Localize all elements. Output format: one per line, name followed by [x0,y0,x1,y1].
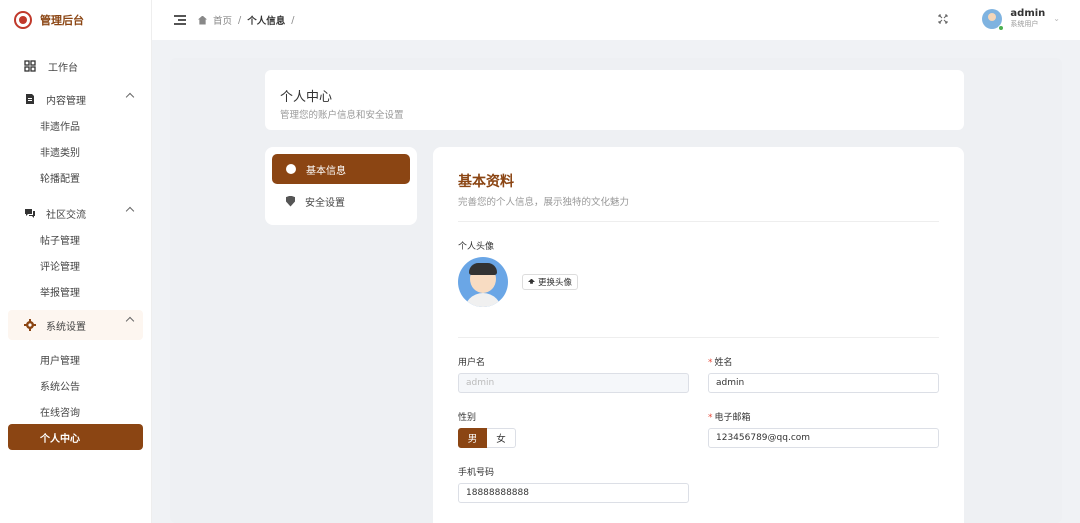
divider [458,221,939,222]
sidebar-group-system[interactable]: 系统设置 [8,310,143,340]
user-circle-icon [286,164,296,174]
breadcrumb: 首页 / 个人信息 / [198,13,294,27]
gender-label: 性别 [458,413,477,423]
sidebar-item-users[interactable]: 用户管理 [0,346,151,372]
sidebar-item-comments[interactable]: 评论管理 [0,252,151,278]
sidebar-group-content[interactable]: 内容管理 [0,86,151,112]
sidebar-item-posts[interactable]: 帖子管理 [0,226,151,252]
page-title: 个人中心 [280,90,333,105]
gear-icon [24,319,36,331]
tab-basic-info[interactable]: 基本信息 [272,154,410,184]
document-icon [26,94,34,104]
caret-down-icon: ⌄ [1053,14,1060,23]
sidebar-item-carousel[interactable]: 轮播配置 [0,164,151,190]
user-role: 系统用户 [1010,20,1039,28]
shield-icon [286,195,295,207]
breadcrumb-separator: / [291,14,295,26]
sidebar-item-consultation[interactable]: 在线咨询 [0,398,151,424]
sidebar-item-workbench[interactable]: 工作台 [0,52,151,80]
logo-icon [14,11,32,29]
avatar-label: 个人头像 [458,242,495,252]
gender-radio-group: 男 女 [458,428,516,448]
profile-avatar [458,257,508,307]
email-label: * 电子邮箱 [708,413,751,423]
sidebar-item-announcements[interactable]: 系统公告 [0,372,151,398]
grid-icon [24,60,36,72]
gender-male-option[interactable]: 男 [458,428,487,448]
chat-icon [25,209,35,218]
chevron-up-icon [125,206,135,216]
tab-label: 安全设置 [305,197,345,209]
name-field[interactable]: admin [708,373,939,393]
username-field: admin [458,373,689,393]
sidebar-item-heritage-works[interactable]: 非遗作品 [0,112,151,138]
profile-card: 基本资料 完善您的个人信息，展示独特的文化魅力 个人头像 更换头像 用户名 ad… [433,147,964,523]
sidebar-group-community[interactable]: 社区交流 [0,200,151,226]
name-label: * 姓名 [708,358,733,368]
online-status-icon [998,24,1005,31]
menu-collapse-icon[interactable] [174,15,186,25]
user-info: admin 系统用户 [1010,8,1045,29]
sidebar-group-label: 社区交流 [46,209,86,221]
sidebar: 管理后台 工作台 内容管理 非遗作品 非遗类别 轮播配置 社区交流 帖子管理 评… [0,0,152,523]
phone-label: 手机号码 [458,468,495,478]
username-label: 用户名 [458,358,486,368]
brand: 管理后台 [0,0,151,40]
chevron-up-icon [125,92,135,102]
breadcrumb-separator: / [238,14,242,26]
change-avatar-button[interactable]: 更换头像 [522,274,579,290]
tab-security-settings[interactable]: 安全设置 [272,186,410,216]
top-header: 首页 / 个人信息 / admin 系统用户 ⌄ [152,0,1080,40]
sidebar-group-label: 内容管理 [46,95,86,107]
sidebar-item-reports[interactable]: 举报管理 [0,278,151,304]
page-header-card: 个人中心 管理您的账户信息和安全设置 [265,70,964,130]
divider [458,337,939,338]
sidebar-item-label: 工作台 [48,62,78,74]
sidebar-item-personal-center[interactable]: 个人中心 [8,424,143,450]
email-field[interactable]: 123456789@qq.com [708,428,939,448]
phone-field[interactable]: 18888888888 [458,483,689,503]
change-avatar-label: 更换头像 [538,278,573,288]
upload-icon [528,278,535,284]
brand-title: 管理后台 [40,14,84,27]
tab-label: 基本信息 [306,165,346,177]
chevron-up-icon [125,316,135,326]
user-avatar-wrap [982,8,1005,31]
section-title: 基本资料 [458,174,514,190]
user-name: admin [1010,8,1046,19]
gender-female-option[interactable]: 女 [487,428,516,448]
page-subtitle: 管理您的账户信息和安全设置 [280,110,404,121]
section-subtitle: 完善您的个人信息，展示独特的文化魅力 [458,197,630,208]
sidebar-group-label: 系统设置 [46,321,86,333]
home-icon [198,15,207,25]
breadcrumb-home[interactable]: 首页 [213,13,232,27]
fullscreen-icon[interactable] [938,14,948,24]
user-menu[interactable]: admin 系统用户 ⌄ [982,8,1060,31]
profile-side-menu: 基本信息 安全设置 [265,147,417,225]
breadcrumb-current: 个人信息 [247,16,286,27]
sidebar-item-heritage-categories[interactable]: 非遗类别 [0,138,151,164]
